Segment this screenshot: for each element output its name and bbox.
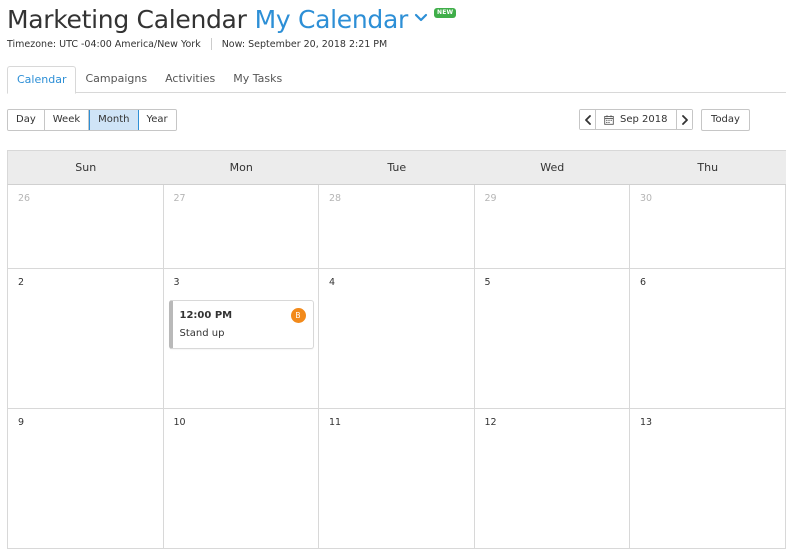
tab-calendar[interactable]: Calendar — [7, 66, 77, 94]
month-calendar: Sun Mon Tue Wed Thu 26 27 28 29 30 2 3 1… — [7, 150, 786, 549]
day-number: 9 — [18, 417, 25, 428]
view-switcher: Day Week Month Year — [7, 109, 177, 131]
event-time: 12:00 PM — [179, 310, 233, 321]
date-navigator: Sep 2018 — [579, 109, 694, 130]
day-number: 13 — [640, 417, 653, 428]
day-cell[interactable]: 3 12:00 PM B Stand up — [164, 269, 319, 408]
view-year-button[interactable]: Year — [138, 110, 176, 130]
weekday-tue: Tue — [387, 161, 407, 174]
event-card[interactable]: 12:00 PM B Stand up — [168, 300, 314, 349]
day-cell[interactable]: 29 — [475, 185, 630, 268]
day-cell[interactable]: 10 — [164, 409, 319, 548]
day-number: 30 — [640, 193, 653, 204]
day-number: 10 — [173, 417, 186, 428]
weekday-sun: Sun — [75, 161, 97, 174]
tab-campaigns[interactable]: Campaigns — [76, 66, 156, 93]
day-number: 2 — [18, 277, 25, 288]
day-cell[interactable]: 6 — [630, 269, 786, 408]
chevron-left-icon — [584, 114, 592, 125]
meta-info: Timezone: UTC -04:00 America/New York No… — [7, 38, 387, 50]
day-number: 3 — [173, 277, 180, 288]
day-number: 26 — [18, 193, 31, 204]
chevron-down-icon[interactable] — [414, 10, 428, 24]
view-month-button[interactable]: Month — [89, 110, 139, 130]
weekday-mon: Mon — [229, 161, 253, 174]
main-tabs: Calendar Campaigns Activities My Tasks — [7, 66, 786, 94]
day-cell[interactable]: 27 — [164, 185, 319, 268]
day-number: 29 — [484, 193, 497, 204]
event-title: Stand up — [179, 328, 225, 339]
view-day-button[interactable]: Day — [8, 110, 45, 130]
tab-my-tasks[interactable]: My Tasks — [224, 66, 291, 93]
day-cell[interactable]: 11 — [319, 409, 475, 548]
event-owner-avatar: B — [290, 308, 306, 323]
day-cell[interactable]: 26 — [8, 185, 164, 268]
calendar-selector[interactable]: My Calendar — [255, 5, 409, 34]
day-cell[interactable]: 5 — [475, 269, 630, 408]
timezone-label: Timezone: UTC -04:00 America/New York — [7, 38, 201, 50]
page-title: Marketing Calendar — [7, 4, 247, 34]
day-cell[interactable]: 4 — [319, 269, 475, 408]
day-cell[interactable]: 28 — [319, 185, 475, 268]
view-week-button[interactable]: Week — [44, 110, 90, 130]
current-time-label: Now: September 20, 2018 2:21 PM — [221, 38, 388, 50]
day-number: 5 — [484, 277, 491, 288]
tab-activities[interactable]: Activities — [156, 66, 224, 93]
day-cell[interactable]: 13 — [630, 409, 786, 548]
day-cell[interactable]: 12 — [475, 409, 630, 548]
chevron-right-icon — [681, 114, 689, 125]
today-button[interactable]: Today — [701, 109, 750, 131]
next-month-button[interactable] — [676, 110, 693, 129]
weekday-header: Sun Mon Tue Wed Thu — [7, 150, 786, 185]
day-number: 6 — [640, 277, 647, 288]
calendar-icon — [604, 114, 614, 125]
day-number: 28 — [329, 193, 342, 204]
divider — [210, 38, 212, 50]
prev-month-button[interactable] — [580, 110, 596, 129]
month-picker[interactable]: Sep 2018 — [596, 110, 676, 129]
page-header: Marketing Calendar My Calendar NEW — [7, 2, 457, 36]
day-cell[interactable]: 30 — [630, 185, 786, 268]
day-cell[interactable]: 2 — [8, 269, 164, 408]
day-number: 12 — [484, 417, 497, 428]
weekday-wed: Wed — [540, 161, 565, 174]
day-number: 27 — [173, 193, 186, 204]
new-badge: NEW — [434, 8, 457, 18]
week-row: 2 3 12:00 PM B Stand up 4 5 6 — [7, 269, 786, 409]
day-number: 4 — [329, 277, 336, 288]
weekday-thu: Thu — [697, 161, 719, 174]
day-number: 11 — [329, 417, 342, 428]
week-row: 26 27 28 29 30 — [7, 185, 786, 269]
current-month-label: Sep 2018 — [620, 114, 668, 125]
week-row: 9 10 11 12 13 — [7, 409, 786, 549]
day-cell[interactable]: 9 — [8, 409, 164, 548]
